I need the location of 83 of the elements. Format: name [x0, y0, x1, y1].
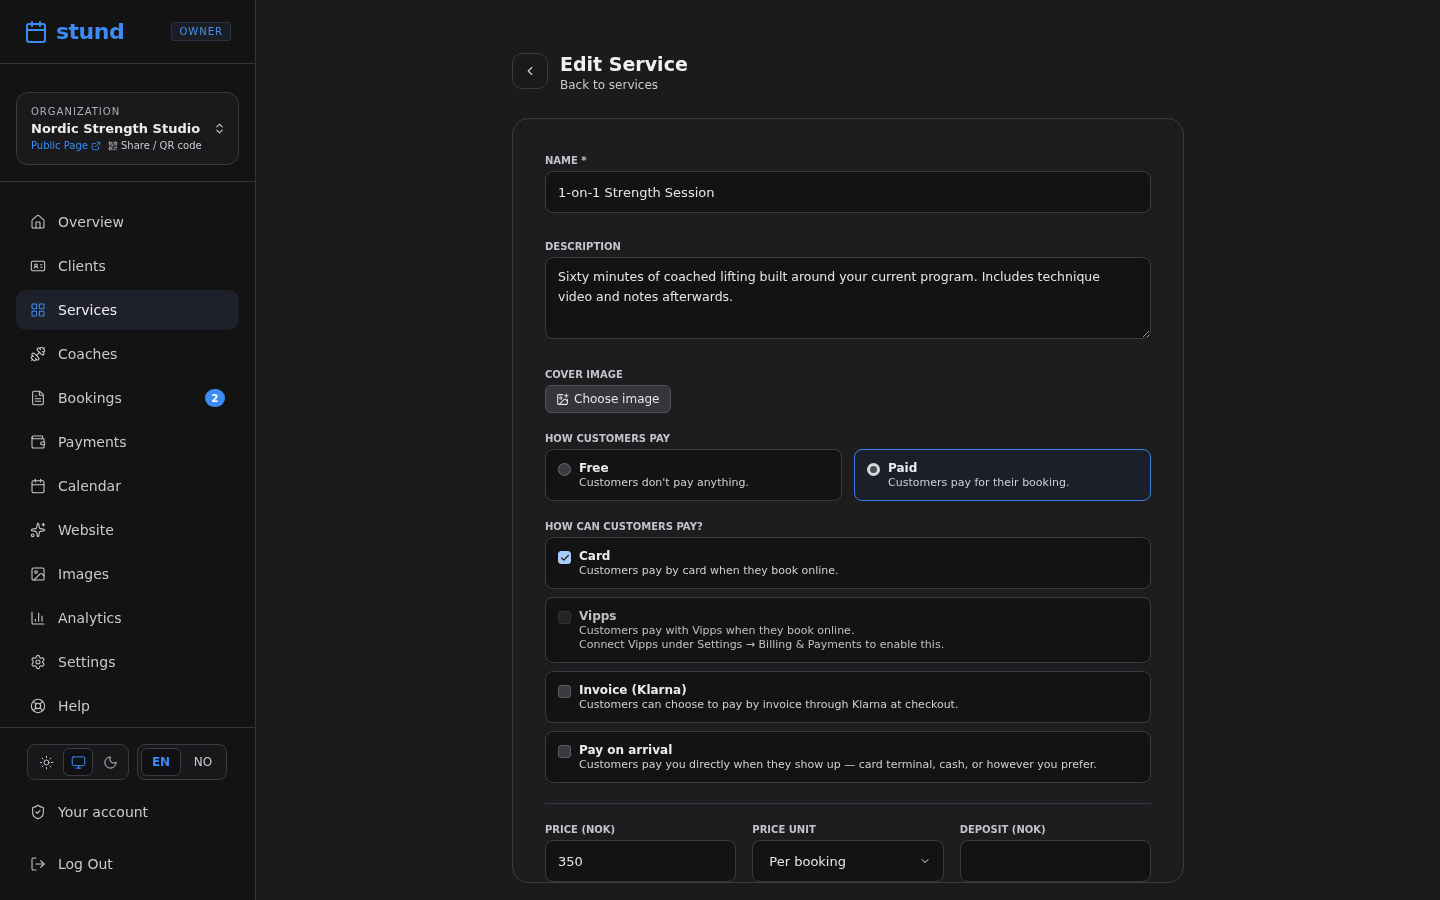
language-button[interactable]: NO — [183, 748, 223, 776]
option-title: Invoice (Klarna) — [579, 683, 688, 697]
qr-code-icon — [108, 140, 118, 151]
calendar-icon — [30, 478, 46, 494]
organization-name: Nordic Strength Studio — [31, 121, 201, 136]
option-description: Connect Vipps under Settings → Billing & Payments to enable this. — [579, 638, 945, 651]
language-button[interactable]: EN — [141, 748, 181, 776]
nav-item[interactable]: Payments — [16, 422, 239, 462]
option-title: Vipps — [579, 609, 618, 623]
option-title: Paid — [888, 461, 919, 475]
field-label: HOW CAN CUSTOMERS PAY? — [545, 521, 704, 532]
account-link[interactable]: Log Out — [27, 838, 228, 890]
count-badge: 2 — [205, 389, 225, 407]
option-description: Customers pay by card when they book online. — [579, 564, 839, 577]
field-label: PRICE (NOK) — [545, 824, 617, 835]
nav-item[interactable]: Help — [16, 686, 239, 726]
grid-icon — [30, 302, 46, 318]
option-description: Customers pay you directly when they show up — card terminal, cash, or however you prefer. — [579, 758, 1097, 771]
checkbox[interactable] — [558, 745, 571, 758]
option-title: Free — [579, 461, 610, 475]
page-title: Edit Service — [560, 53, 688, 75]
sparkles-icon — [30, 522, 46, 538]
checkbox[interactable] — [558, 685, 571, 698]
nav-item[interactable]: Images — [16, 554, 239, 594]
nav-item[interactable]: Analytics — [16, 598, 239, 638]
bar-chart-icon — [30, 610, 46, 626]
number-field[interactable] — [959, 840, 1151, 882]
calendar-icon — [24, 19, 48, 44]
theme-button[interactable] — [63, 748, 93, 776]
nav-item[interactable]: Settings — [16, 642, 239, 682]
nav-item[interactable]: Coaches — [16, 334, 239, 374]
external-link-icon — [91, 140, 101, 151]
radio-button[interactable] — [558, 463, 571, 476]
nav-item[interactable]: Overview — [16, 202, 239, 242]
nav-item[interactable]: Bookings 2 — [16, 378, 239, 418]
field-label: DESCRIPTION — [545, 241, 622, 252]
role-badge: OWNER — [171, 22, 231, 41]
price-unit-select[interactable]: Per booking — [752, 840, 944, 882]
monitor-icon — [70, 754, 86, 770]
nav-item[interactable]: Clients — [16, 246, 239, 286]
field-label: HOW CUSTOMERS PAY — [545, 433, 671, 444]
id-card-icon — [30, 258, 46, 274]
chevrons-icon[interactable] — [213, 122, 226, 135]
dumbbell-icon — [30, 346, 46, 362]
payment-mode-option[interactable]: Paid Customers pay for their booking. — [854, 449, 1151, 501]
back-link[interactable]: Back to services — [560, 78, 688, 92]
number-field[interactable]: 350 — [545, 840, 737, 882]
brand-logo: stund — [56, 19, 125, 44]
document-icon — [30, 390, 46, 406]
payment-method-option[interactable]: Invoice (Klarna) Customers can choose to pay by invoice through Klarna at checkout. — [545, 671, 1151, 723]
field-label: NAME * — [545, 155, 588, 166]
option-title: Card — [579, 549, 612, 563]
home-icon — [30, 214, 46, 230]
payment-method-option[interactable]: Card Customers pay by card when they book online. — [545, 537, 1151, 589]
settings-icon — [30, 654, 46, 670]
image-plus-icon — [556, 392, 569, 406]
shield-icon — [30, 804, 46, 820]
option-title: Pay on arrival — [579, 743, 674, 757]
option-description: Customers pay with Vipps when they book online. — [579, 624, 856, 637]
nav-item[interactable]: Website — [16, 510, 239, 550]
description-field[interactable]: Sixty minutes of coached lifting built around your current program. Includes technique video and notes afterwards. — [545, 257, 1151, 339]
wallet-icon — [30, 434, 46, 450]
nav-item[interactable]: Services — [16, 290, 239, 330]
nav-item[interactable]: Calendar — [16, 466, 239, 506]
field-label: PRICE UNIT — [752, 824, 817, 835]
field-label: COVER IMAGE — [545, 369, 624, 380]
moon-icon — [102, 754, 118, 770]
choose-image-button[interactable]: Choose image — [545, 385, 671, 413]
public-page-link[interactable]: Public Page — [31, 140, 101, 151]
account-link[interactable]: Your account — [27, 786, 228, 838]
logout-icon — [30, 856, 46, 872]
payment-mode-option[interactable]: Free Customers don't pay anything. — [545, 449, 842, 501]
sun-icon — [38, 754, 54, 770]
share-link[interactable]: Share / QR code — [108, 140, 202, 151]
lifebuoy-icon — [30, 698, 46, 714]
payment-method-option[interactable]: Pay on arrival Customers pay you directly when they show up — card terminal, cash, or however you prefer. — [545, 731, 1151, 783]
image-icon — [30, 566, 46, 582]
organization-label: ORGANIZATION — [31, 106, 122, 117]
name-field[interactable]: 1-on-1 Strength Session — [545, 171, 1151, 213]
field-label: DEPOSIT (NOK) — [959, 824, 1047, 835]
option-description: Customers can choose to pay by invoice through Klarna at checkout. — [579, 698, 959, 711]
option-description: Customers don't pay anything. — [579, 476, 749, 489]
option-description: Customers pay for their booking. — [888, 476, 1070, 489]
